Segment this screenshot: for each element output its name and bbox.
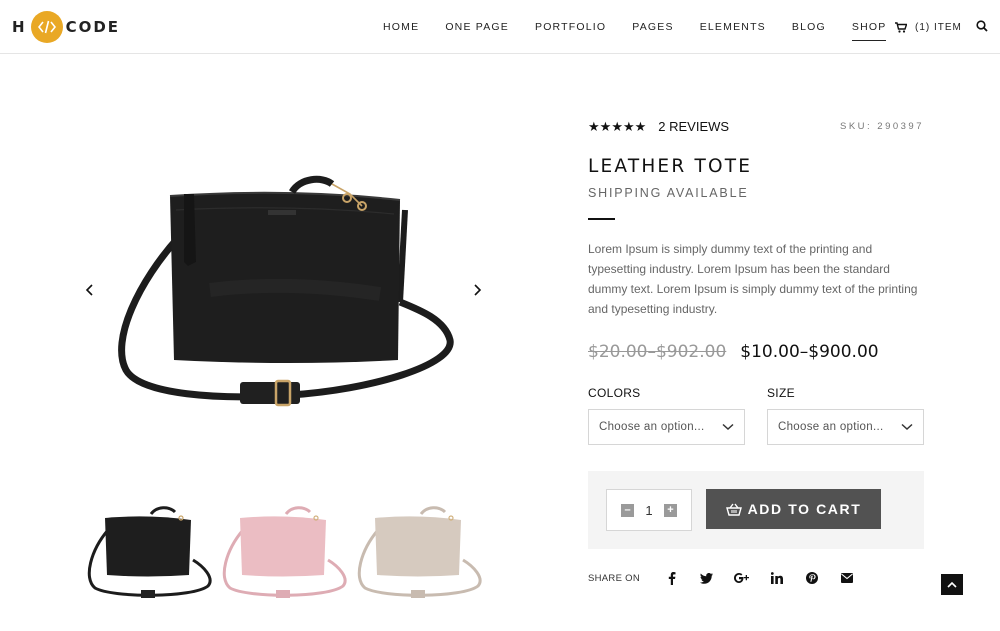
- cart-link[interactable]: (1) ITEM: [895, 0, 962, 54]
- product-title: LEATHER TOTE: [588, 156, 753, 177]
- quantity-stepper: – 1 +: [606, 489, 692, 531]
- gallery-prev-button[interactable]: [84, 282, 96, 298]
- divider: [588, 218, 615, 220]
- nav-item-home[interactable]: HOME: [383, 0, 419, 54]
- nav-item-elements[interactable]: ELEMENTS: [700, 0, 766, 54]
- size-label: SIZE: [767, 386, 795, 400]
- chevron-down-icon: [722, 423, 734, 431]
- scroll-to-top-button[interactable]: [941, 574, 963, 595]
- gallery-next-button[interactable]: [471, 282, 483, 298]
- pinterest-icon[interactable]: [794, 570, 829, 586]
- code-icon: [30, 11, 63, 43]
- quantity-decrease-button[interactable]: –: [621, 503, 634, 517]
- size-select-value: Choose an option...: [778, 421, 884, 433]
- nav-item-portfolio[interactable]: PORTFOLIO: [535, 0, 606, 54]
- site-header: H CODE HOME ONE PAGE PORTFOLIO PAGES ELE…: [0, 0, 1000, 54]
- nav-item-shop[interactable]: SHOP: [851, 0, 887, 54]
- size-option: SIZE Choose an option...: [767, 386, 924, 445]
- cart-count: (1) ITEM: [915, 21, 962, 33]
- product-details: ★ ★ ★ ★ ★ 2 REVIEWS SKU: 290397 LEATHER …: [588, 118, 924, 445]
- colors-option: COLORS Choose an option...: [588, 386, 745, 445]
- chevron-left-icon: [85, 284, 93, 296]
- add-to-cart-panel: – 1 + ADD TO CART: [588, 471, 924, 549]
- arrow-up-icon: [947, 581, 957, 588]
- size-select[interactable]: Choose an option...: [767, 409, 924, 445]
- basket-icon: [725, 503, 742, 516]
- star-rating: ★ ★ ★ ★ ★ 2 REVIEWS: [588, 120, 729, 133]
- search-button[interactable]: [976, 19, 988, 37]
- add-to-cart-label: ADD TO CART: [747, 501, 862, 517]
- thumbnail-black[interactable]: [80, 490, 215, 610]
- main-nav: HOME ONE PAGE PORTFOLIO PAGES ELEMENTS B…: [370, 0, 899, 54]
- logo-right-text: CODE: [65, 18, 121, 36]
- product-options: COLORS Choose an option... SIZE Choose a…: [588, 386, 924, 445]
- nav-item-one-page[interactable]: ONE PAGE: [445, 0, 509, 54]
- nav-item-pages[interactable]: PAGES: [632, 0, 673, 54]
- product-main-image[interactable]: [100, 170, 480, 430]
- linkedin-icon[interactable]: [759, 570, 794, 586]
- star-icon: ★: [588, 118, 600, 134]
- quantity-increase-button[interactable]: +: [663, 503, 677, 517]
- star-icon: ★: [599, 118, 612, 134]
- star-icon: ★: [622, 118, 635, 134]
- product-description: Lorem Ipsum is simply dummy text of the …: [588, 242, 918, 316]
- colors-select-value: Choose an option...: [599, 421, 705, 433]
- logo[interactable]: H CODE: [12, 10, 120, 44]
- google-plus-icon[interactable]: [724, 570, 759, 586]
- share-bar: SHARE ON: [588, 570, 864, 586]
- chevron-down-icon: [901, 423, 913, 431]
- twitter-icon[interactable]: [689, 570, 724, 586]
- old-price: $20.00–$902.00: [588, 342, 727, 362]
- product-subtitle: SHIPPING AVAILABLE: [588, 186, 749, 200]
- facebook-icon[interactable]: [654, 570, 689, 586]
- email-icon[interactable]: [829, 570, 864, 586]
- star-icon: ★: [634, 118, 647, 134]
- nav-item-blog[interactable]: BLOG: [792, 0, 826, 54]
- star-icon: ★: [611, 118, 623, 134]
- rating-row: ★ ★ ★ ★ ★ 2 REVIEWS SKU: 290397: [588, 118, 924, 134]
- price-row: $20.00–$902.00 $10.00–$900.00: [588, 342, 924, 362]
- thumbnail-taupe[interactable]: [350, 490, 485, 610]
- current-price: $10.00–$900.00: [740, 342, 879, 362]
- reviews-link[interactable]: 2 REVIEWS: [658, 120, 729, 133]
- sku: SKU: 290397: [839, 120, 924, 132]
- colors-select[interactable]: Choose an option...: [588, 409, 745, 445]
- thumbnail-pink[interactable]: [215, 490, 350, 610]
- thumbnail-list: [80, 490, 485, 610]
- logo-left-text: H: [12, 18, 27, 36]
- cart-icon: [895, 21, 907, 33]
- chevron-right-icon: [474, 284, 482, 296]
- add-to-cart-button[interactable]: ADD TO CART: [706, 489, 881, 529]
- share-label: SHARE ON: [588, 572, 641, 584]
- search-icon: [976, 20, 988, 32]
- quantity-value[interactable]: 1: [645, 503, 652, 518]
- colors-label: COLORS: [588, 386, 641, 400]
